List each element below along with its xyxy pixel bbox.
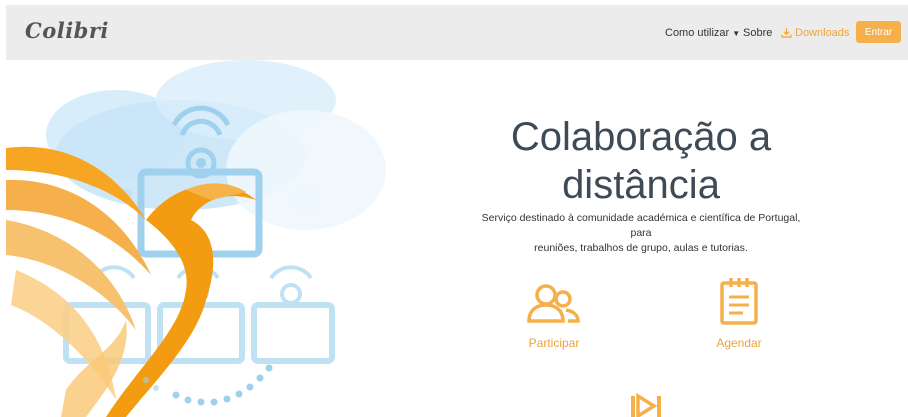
hero-subtitle-line1: Serviço destinado à comunidade académica… <box>481 212 801 239</box>
nav-downloads[interactable]: Downloads <box>781 27 849 41</box>
hero-subtitle: Serviço destinado à comunidade académica… <box>476 211 806 256</box>
hero-title-line1: Colaboração a <box>510 115 772 159</box>
skip-next-icon <box>629 392 665 417</box>
nav-sobre[interactable]: Sobre <box>743 27 772 39</box>
nav-downloads-label: Downloads <box>795 27 850 39</box>
hero-subtitle-line2: reuniões, trabalhos de grupo, aulas e tu… <box>534 242 748 254</box>
page: Colibri Como utilizar ▼ Sobre Downloads E… <box>6 5 908 417</box>
clipboard-icon <box>719 278 759 329</box>
hero-title: Colaboração a distância <box>476 113 806 209</box>
navbar: Colibri Como utilizar ▼ Sobre Downloads E… <box>6 5 908 60</box>
hero-title-line2: distância <box>562 163 720 207</box>
users-icon <box>526 284 582 329</box>
hero-illustration <box>6 60 426 417</box>
caret-down-icon: ▼ <box>732 29 741 38</box>
participar-label: Participar <box>528 336 580 350</box>
skip-next-action[interactable] <box>629 392 665 417</box>
nav-como-utilizar[interactable]: Como utilizar ▼ <box>665 27 740 39</box>
nav-como-utilizar-label: Como utilizar <box>665 27 730 39</box>
nav-sobre-label: Sobre <box>743 27 773 39</box>
agendar-action[interactable]: Agendar <box>699 277 779 350</box>
logo[interactable]: Colibri <box>25 18 109 43</box>
login-button[interactable]: Entrar <box>856 21 901 43</box>
agendar-label: Agendar <box>716 336 762 350</box>
download-icon <box>781 27 792 41</box>
participar-action[interactable]: Participar <box>514 283 594 350</box>
